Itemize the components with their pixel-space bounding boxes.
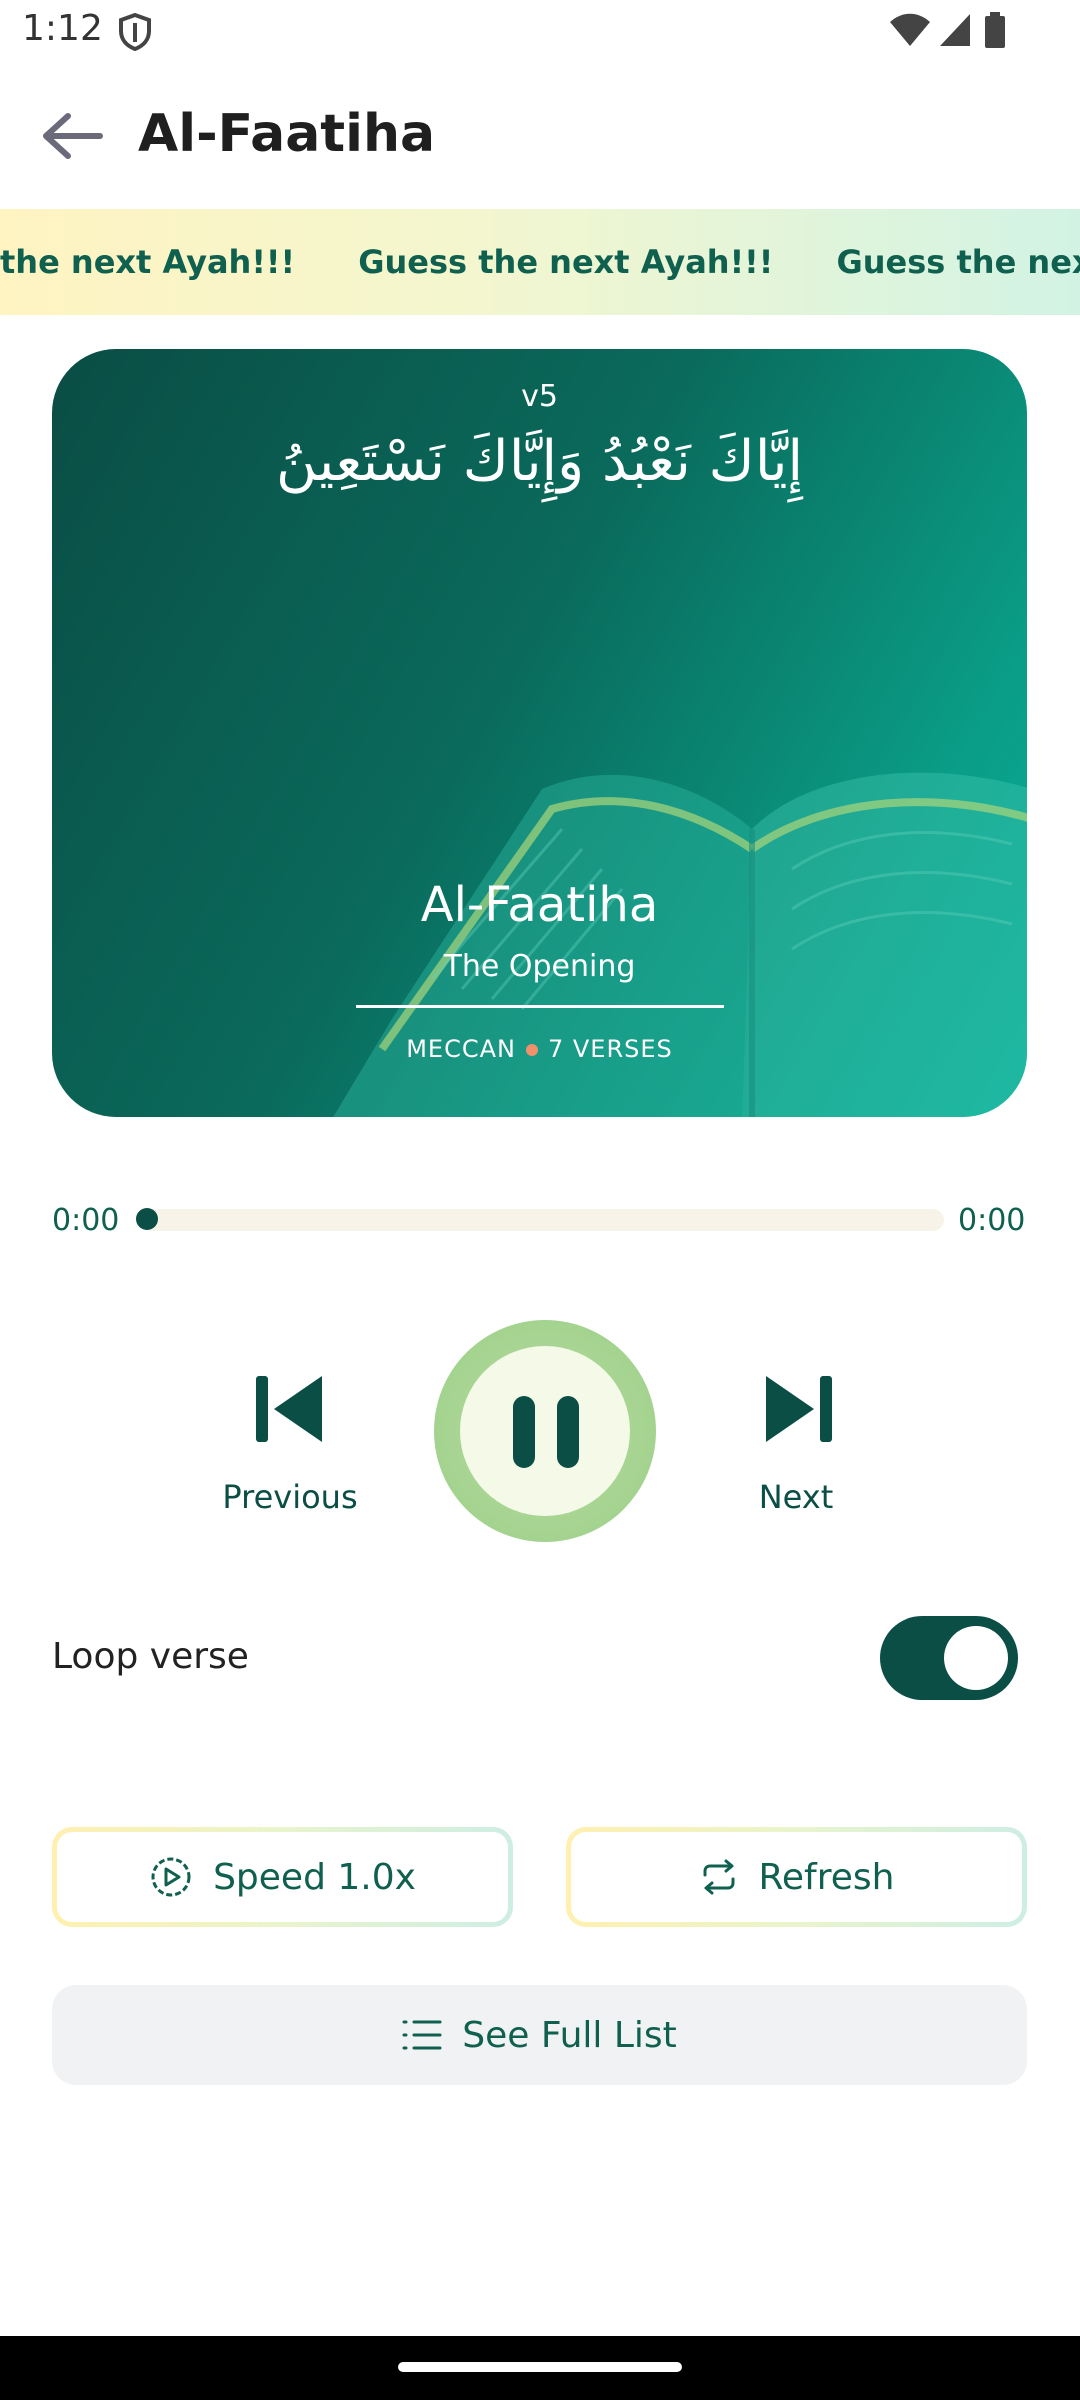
skip-next-icon (766, 1376, 832, 1442)
skip-previous-icon (256, 1376, 322, 1442)
shield-icon (116, 12, 154, 57)
loop-verse-label: Loop verse (52, 1636, 249, 1677)
previous-button[interactable] (254, 1374, 326, 1449)
loop-verse-toggle[interactable] (880, 1616, 1018, 1700)
play-circle-icon (151, 1857, 191, 1897)
see-full-list-label: See Full List (462, 2014, 677, 2056)
surah-meta: MECCAN 7 VERSES (52, 1035, 1027, 1063)
surah-translation: The Opening (443, 949, 636, 984)
arabic-verse-text: إِيَّاكَ نَعْبُدُ وَإِيَّاكَ نَسْتَعِينُ (275, 429, 804, 494)
verse-number: v5 (521, 379, 558, 414)
banner-text: Guess the next Ayah!!! (836, 243, 1080, 281)
see-full-list-button[interactable]: See Full List (52, 1985, 1027, 2085)
next-label[interactable]: Next (696, 1478, 896, 1516)
pause-icon (513, 1396, 579, 1468)
toggle-knob (944, 1626, 1008, 1690)
status-time: 1:12 (22, 8, 103, 49)
home-gesture-pill[interactable] (398, 2362, 682, 2372)
surah-name: Al-Faatiha (420, 877, 659, 933)
list-icon (402, 2020, 442, 2050)
signal-icon (938, 12, 972, 53)
seek-bar[interactable] (142, 1209, 944, 1231)
back-arrow-icon[interactable] (40, 110, 104, 167)
refresh-button[interactable]: Refresh (566, 1827, 1027, 1927)
banner-text: Guess the next Ayah!!! (358, 243, 774, 281)
previous-label[interactable]: Previous (190, 1478, 390, 1516)
revelation-place: MECCAN (406, 1035, 516, 1063)
seek-thumb[interactable] (136, 1208, 158, 1230)
page-title: Al-Faatiha (138, 104, 436, 164)
separator-dot (525, 1044, 538, 1056)
verse-card: v5 إِيَّاكَ نَعْبُدُ وَإِيَّاكَ نَسْتَعِ… (52, 349, 1027, 1117)
elapsed-time: 0:00 (52, 1203, 120, 1238)
repeat-icon (703, 1859, 735, 1895)
card-divider (356, 1005, 724, 1008)
battery-icon (984, 12, 1006, 53)
speed-button[interactable]: Speed 1.0x (52, 1827, 513, 1927)
refresh-label: Refresh (758, 1856, 895, 1898)
duration-time: 0:00 (958, 1203, 1026, 1238)
guess-banner[interactable]: Guess the next Ayah!!! Guess the next Ay… (0, 209, 1080, 315)
verse-count: 7 VERSES (547, 1035, 673, 1063)
speed-label: Speed 1.0x (213, 1856, 416, 1898)
next-button[interactable] (762, 1374, 834, 1449)
wifi-icon (888, 12, 932, 53)
pause-button[interactable] (434, 1320, 656, 1542)
banner-text: Guess the next Ayah!!! (0, 243, 296, 281)
